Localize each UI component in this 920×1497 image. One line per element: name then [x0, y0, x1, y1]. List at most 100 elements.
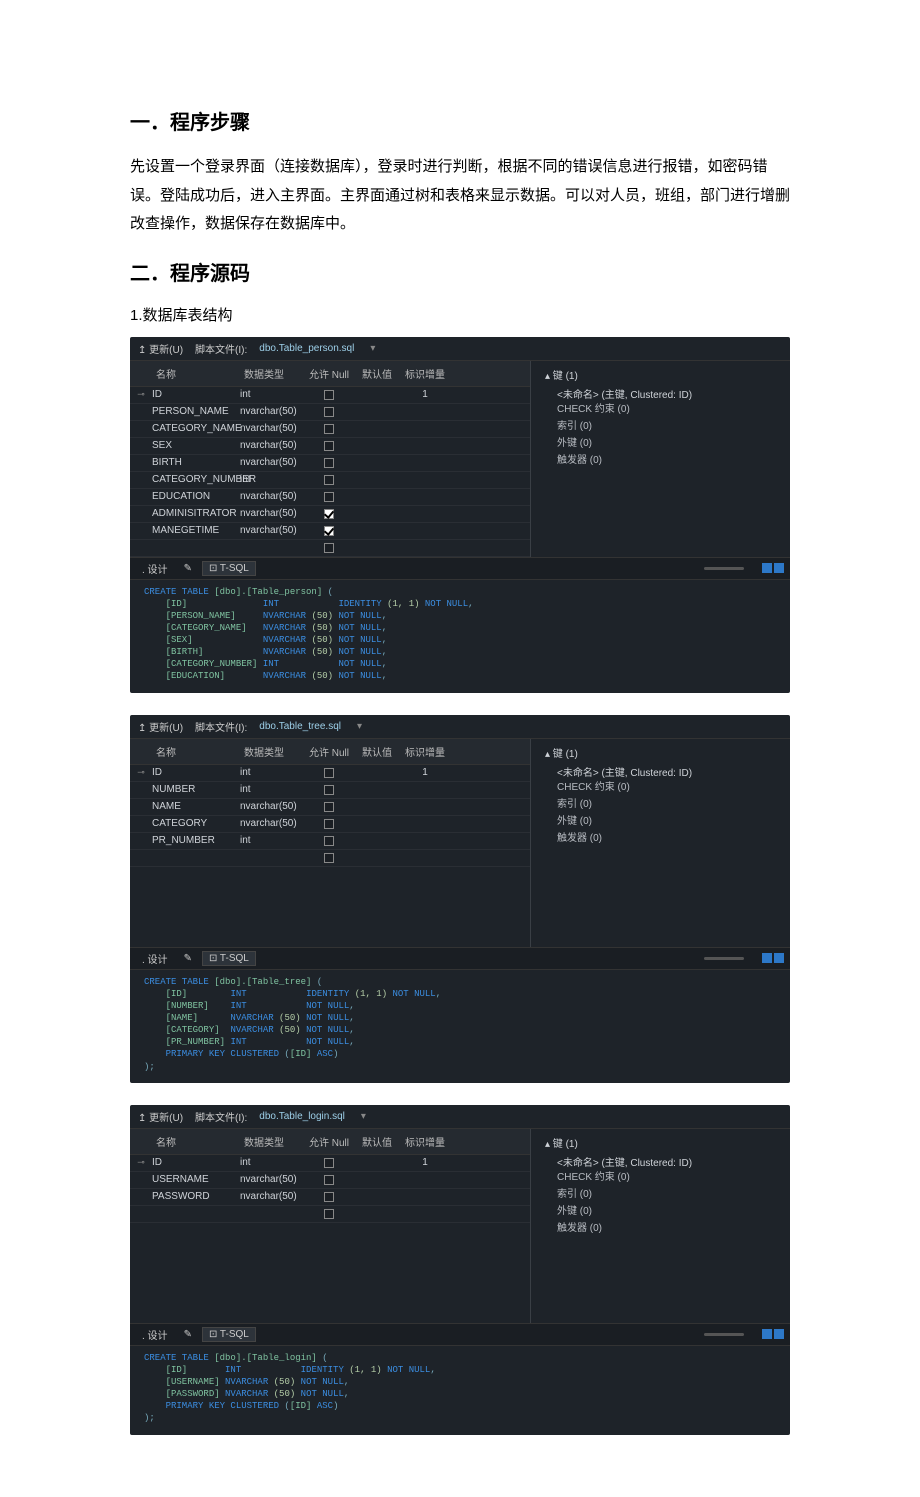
column-row[interactable]: ADMINISITRATOR nvarchar(50)	[130, 506, 530, 523]
indexes[interactable]: 索引 (0)	[545, 1186, 776, 1203]
column-name[interactable]: SEX	[152, 440, 240, 451]
allow-null-checkbox[interactable]	[304, 509, 354, 519]
tab-design[interactable]: . 设计	[136, 560, 174, 577]
script-file-name[interactable]: dbo.Table_person.sql	[259, 343, 354, 354]
column-row[interactable]: ⊸ ID int 1	[130, 387, 530, 404]
column-name[interactable]: NUMBER	[152, 784, 240, 795]
allow-null-checkbox[interactable]	[304, 1192, 354, 1202]
update-button[interactable]: ↥ 更新(U)	[138, 341, 183, 356]
header-name[interactable]: 名称	[130, 1131, 240, 1152]
header-default[interactable]: 默认值	[354, 741, 400, 762]
allow-null-checkbox[interactable]	[304, 492, 354, 502]
view-toggle-icons[interactable]	[762, 953, 784, 963]
column-name[interactable]: CATEGORY	[152, 818, 240, 829]
triggers[interactable]: 触发器 (0)	[545, 830, 776, 847]
column-row[interactable]: ⊸ ID int 1	[130, 1155, 530, 1172]
allow-null-checkbox[interactable]	[304, 819, 354, 829]
tab-design[interactable]: . 设计	[136, 950, 174, 967]
column-type[interactable]: nvarchar(50)	[240, 491, 304, 502]
column-name[interactable]: USERNAME	[152, 1174, 240, 1185]
resize-handle[interactable]	[704, 957, 744, 960]
column-row[interactable]: EDUCATION nvarchar(50)	[130, 489, 530, 506]
dropdown-icon[interactable]: ▾	[370, 343, 375, 354]
column-type[interactable]: nvarchar(50)	[240, 508, 304, 519]
check-constraints[interactable]: CHECK 约束 (0)	[545, 779, 776, 796]
triggers[interactable]: 触发器 (0)	[545, 452, 776, 469]
script-file-name[interactable]: dbo.Table_login.sql	[259, 1111, 345, 1122]
column-row[interactable]: CATEGORY_NUMBER int	[130, 472, 530, 489]
column-type[interactable]: nvarchar(50)	[240, 440, 304, 451]
column-name[interactable]: EDUCATION	[152, 491, 240, 502]
column-row[interactable]: PASSWORD nvarchar(50)	[130, 1189, 530, 1206]
column-type[interactable]: int	[240, 784, 304, 795]
column-name[interactable]: PR_NUMBER	[152, 835, 240, 846]
column-type[interactable]: nvarchar(50)	[240, 818, 304, 829]
tab-tsql[interactable]: ⊡ T-SQL	[202, 561, 256, 576]
allow-null-checkbox[interactable]	[304, 802, 354, 812]
column-name[interactable]: ID	[152, 389, 240, 400]
resize-handle[interactable]	[704, 1333, 744, 1336]
sql-pane[interactable]: CREATE TABLE [dbo].[Table_person] ( [ID]…	[130, 580, 790, 693]
header-identity[interactable]: 标识增量	[400, 741, 450, 762]
column-name[interactable]: BIRTH	[152, 457, 240, 468]
column-name[interactable]: PASSWORD	[152, 1191, 240, 1202]
allow-null-checkbox[interactable]	[304, 424, 354, 434]
allow-null-checkbox[interactable]	[304, 785, 354, 795]
keys-header[interactable]: ▴ 键 (1)	[545, 745, 776, 760]
allow-null-checkbox[interactable]	[304, 1158, 354, 1168]
allow-null-checkbox[interactable]	[304, 475, 354, 485]
script-file-name[interactable]: dbo.Table_tree.sql	[259, 721, 341, 732]
identity-cell[interactable]: 1	[400, 767, 450, 778]
allow-null-checkbox[interactable]	[304, 390, 354, 400]
foreign-keys[interactable]: 外键 (0)	[545, 1203, 776, 1220]
column-row[interactable]: NAME nvarchar(50)	[130, 799, 530, 816]
column-row[interactable]: SEX nvarchar(50)	[130, 438, 530, 455]
header-type[interactable]: 数据类型	[240, 1131, 304, 1152]
indexes[interactable]: 索引 (0)	[545, 418, 776, 435]
column-type[interactable]: nvarchar(50)	[240, 1191, 304, 1202]
header-null[interactable]: 允许 Null	[304, 741, 354, 762]
column-type[interactable]: int	[240, 1157, 304, 1168]
column-name[interactable]: NAME	[152, 801, 240, 812]
column-type[interactable]: int	[240, 835, 304, 846]
column-type[interactable]: int	[240, 389, 304, 400]
column-type[interactable]: nvarchar(50)	[240, 406, 304, 417]
header-null[interactable]: 允许 Null	[304, 363, 354, 384]
new-column-row[interactable]	[130, 540, 530, 557]
column-type[interactable]: nvarchar(50)	[240, 457, 304, 468]
allow-null-checkbox[interactable]	[304, 1175, 354, 1185]
header-name[interactable]: 名称	[130, 741, 240, 762]
column-row[interactable]: CATEGORY nvarchar(50)	[130, 816, 530, 833]
pk-entry[interactable]: <未命名> (主键, Clustered: ID)	[545, 764, 776, 779]
column-row[interactable]: PR_NUMBER int	[130, 833, 530, 850]
pk-entry[interactable]: <未命名> (主键, Clustered: ID)	[545, 1154, 776, 1169]
column-row[interactable]: CATEGORY_NAME nvarchar(50)	[130, 421, 530, 438]
header-type[interactable]: 数据类型	[240, 363, 304, 384]
header-identity[interactable]: 标识增量	[400, 363, 450, 384]
sql-pane[interactable]: CREATE TABLE [dbo].[Table_tree] ( [ID] I…	[130, 970, 790, 1083]
allow-null-checkbox[interactable]	[304, 458, 354, 468]
header-type[interactable]: 数据类型	[240, 741, 304, 762]
tab-tsql[interactable]: ⊡ T-SQL	[202, 1327, 256, 1342]
allow-null-checkbox[interactable]	[304, 407, 354, 417]
column-type[interactable]: nvarchar(50)	[240, 1174, 304, 1185]
column-type[interactable]: nvarchar(50)	[240, 801, 304, 812]
indexes[interactable]: 索引 (0)	[545, 796, 776, 813]
pk-entry[interactable]: <未命名> (主键, Clustered: ID)	[545, 386, 776, 401]
column-name[interactable]: CATEGORY_NAME	[152, 423, 240, 434]
resize-handle[interactable]	[704, 567, 744, 570]
new-column-row[interactable]	[130, 850, 530, 867]
keys-header[interactable]: ▴ 键 (1)	[545, 367, 776, 382]
column-row[interactable]: NUMBER int	[130, 782, 530, 799]
identity-cell[interactable]: 1	[400, 389, 450, 400]
column-type[interactable]: nvarchar(50)	[240, 423, 304, 434]
column-type[interactable]: int	[240, 767, 304, 778]
view-toggle-icons[interactable]	[762, 1329, 784, 1339]
sql-pane[interactable]: CREATE TABLE [dbo].[Table_login] ( [ID] …	[130, 1346, 790, 1435]
column-name[interactable]: CATEGORY_NUMBER	[152, 474, 240, 485]
column-row[interactable]: ⊸ ID int 1	[130, 765, 530, 782]
identity-cell[interactable]: 1	[400, 1157, 450, 1168]
allow-null-checkbox[interactable]	[304, 836, 354, 846]
column-row[interactable]: PERSON_NAME nvarchar(50)	[130, 404, 530, 421]
column-type[interactable]: nvarchar(50)	[240, 525, 304, 536]
